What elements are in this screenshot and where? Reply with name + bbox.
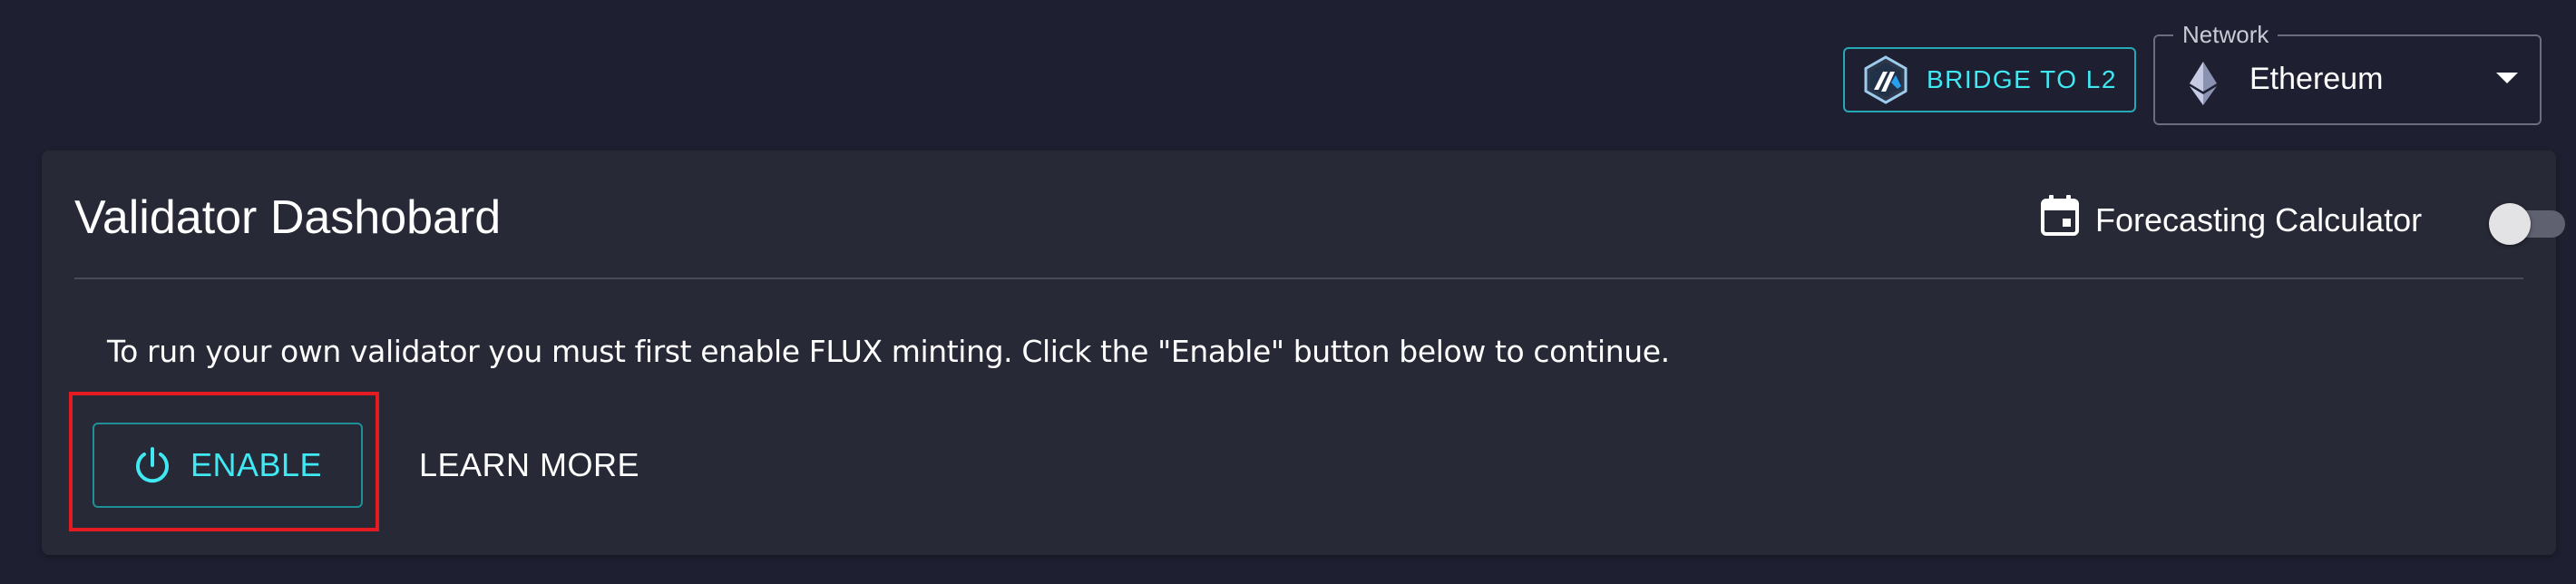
power-icon [136,447,169,483]
enable-button[interactable]: ENABLE [93,423,363,508]
calendar-icon [2041,195,2079,236]
enable-button-label: ENABLE [190,446,323,483]
learn-more-button[interactable]: LEARN MORE [419,423,639,508]
arbitrum-logo-icon [1864,55,1908,104]
network-select-value: Ethereum [2249,62,2384,96]
bridge-button-label: BRIDGE TO L2 [1927,65,2117,93]
app-root: BRIDGE TO L2 Network Ethereum Validator … [0,0,2576,584]
divider [74,277,2523,279]
network-select[interactable]: Network Ethereum [2153,21,2542,125]
toggle-thumb [2489,203,2531,245]
chevron-down-icon [2496,73,2518,83]
network-select-legend: Network [2173,21,2278,49]
forecasting-calculator-label: Forecasting Calculator [2095,201,2423,238]
validator-dashboard-card: Validator Dashobard Forecasting Calculat… [42,151,2565,555]
enable-instructions-text: To run your own validator you must first… [107,334,1670,369]
page-title: Validator Dashobard [74,191,502,244]
forecasting-calculator-toggle[interactable] [2489,203,2567,245]
bridge-to-l2-button[interactable]: BRIDGE TO L2 [1843,47,2136,112]
ethereum-icon [2190,62,2217,105]
